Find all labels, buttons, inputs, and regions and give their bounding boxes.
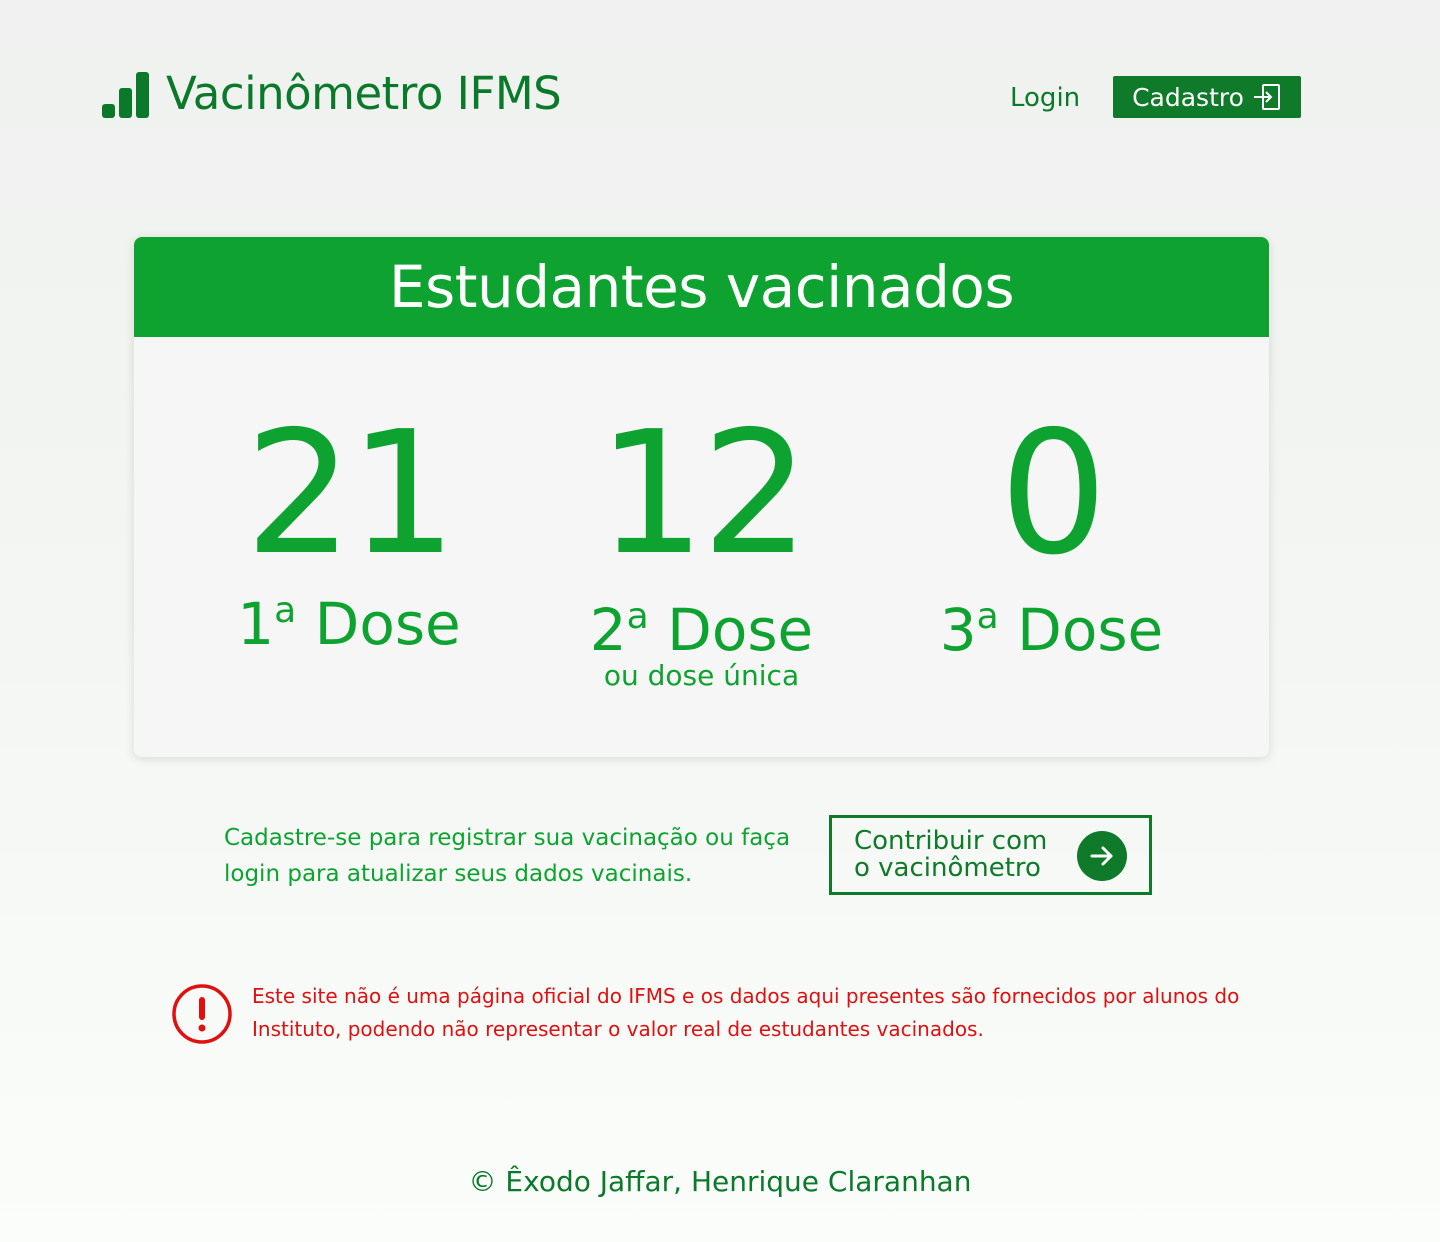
stat-value: 21 <box>244 395 457 593</box>
contribute-button[interactable]: Contribuir com o vacinômetro <box>829 815 1152 895</box>
disclaimer-text: Este site não é uma página oficial do IF… <box>252 984 1240 1041</box>
stat-label: 1a Dose <box>237 590 461 658</box>
arrow-right-icon <box>1077 831 1127 881</box>
signup-button-label: Cadastro <box>1132 82 1244 112</box>
footer-credits: © Êxodo Jaffar, Henrique Claranhan <box>468 1165 972 1198</box>
cta-description: Cadastre-se para registrar sua vacinação… <box>224 825 791 887</box>
contribute-button-label: Contribuir com o vacinômetro <box>854 826 1048 883</box>
brand-logo[interactable]: Vacinômetro IFMS <box>102 66 562 122</box>
card-title: Estudantes vacinados <box>134 237 1269 337</box>
sign-in-icon <box>1253 84 1280 110</box>
stat-label: 3a Dose <box>939 596 1164 664</box>
stat-label: 2a Dose <box>589 596 814 664</box>
stat-value: 0 <box>999 395 1107 593</box>
stat-third-dose: 0 3a Dose <box>914 409 1189 662</box>
exclamation-circle-icon <box>172 984 232 1044</box>
signup-button[interactable]: Cadastro <box>1113 76 1301 118</box>
brand-name: Vacinômetro IFMS <box>166 67 562 120</box>
bar-chart-icon <box>102 70 150 118</box>
stat-value: 12 <box>597 395 809 593</box>
stat-first-dose: 21 1a Dose <box>214 409 484 656</box>
vaccinated-students-card: Estudantes vacinados 21 1a Dose 12 2a Do… <box>134 237 1269 757</box>
login-link[interactable]: Login <box>1010 78 1080 118</box>
stat-sublabel: ou dose única <box>603 659 800 692</box>
stat-second-dose: 12 2a Dose ou dose única <box>564 409 839 692</box>
